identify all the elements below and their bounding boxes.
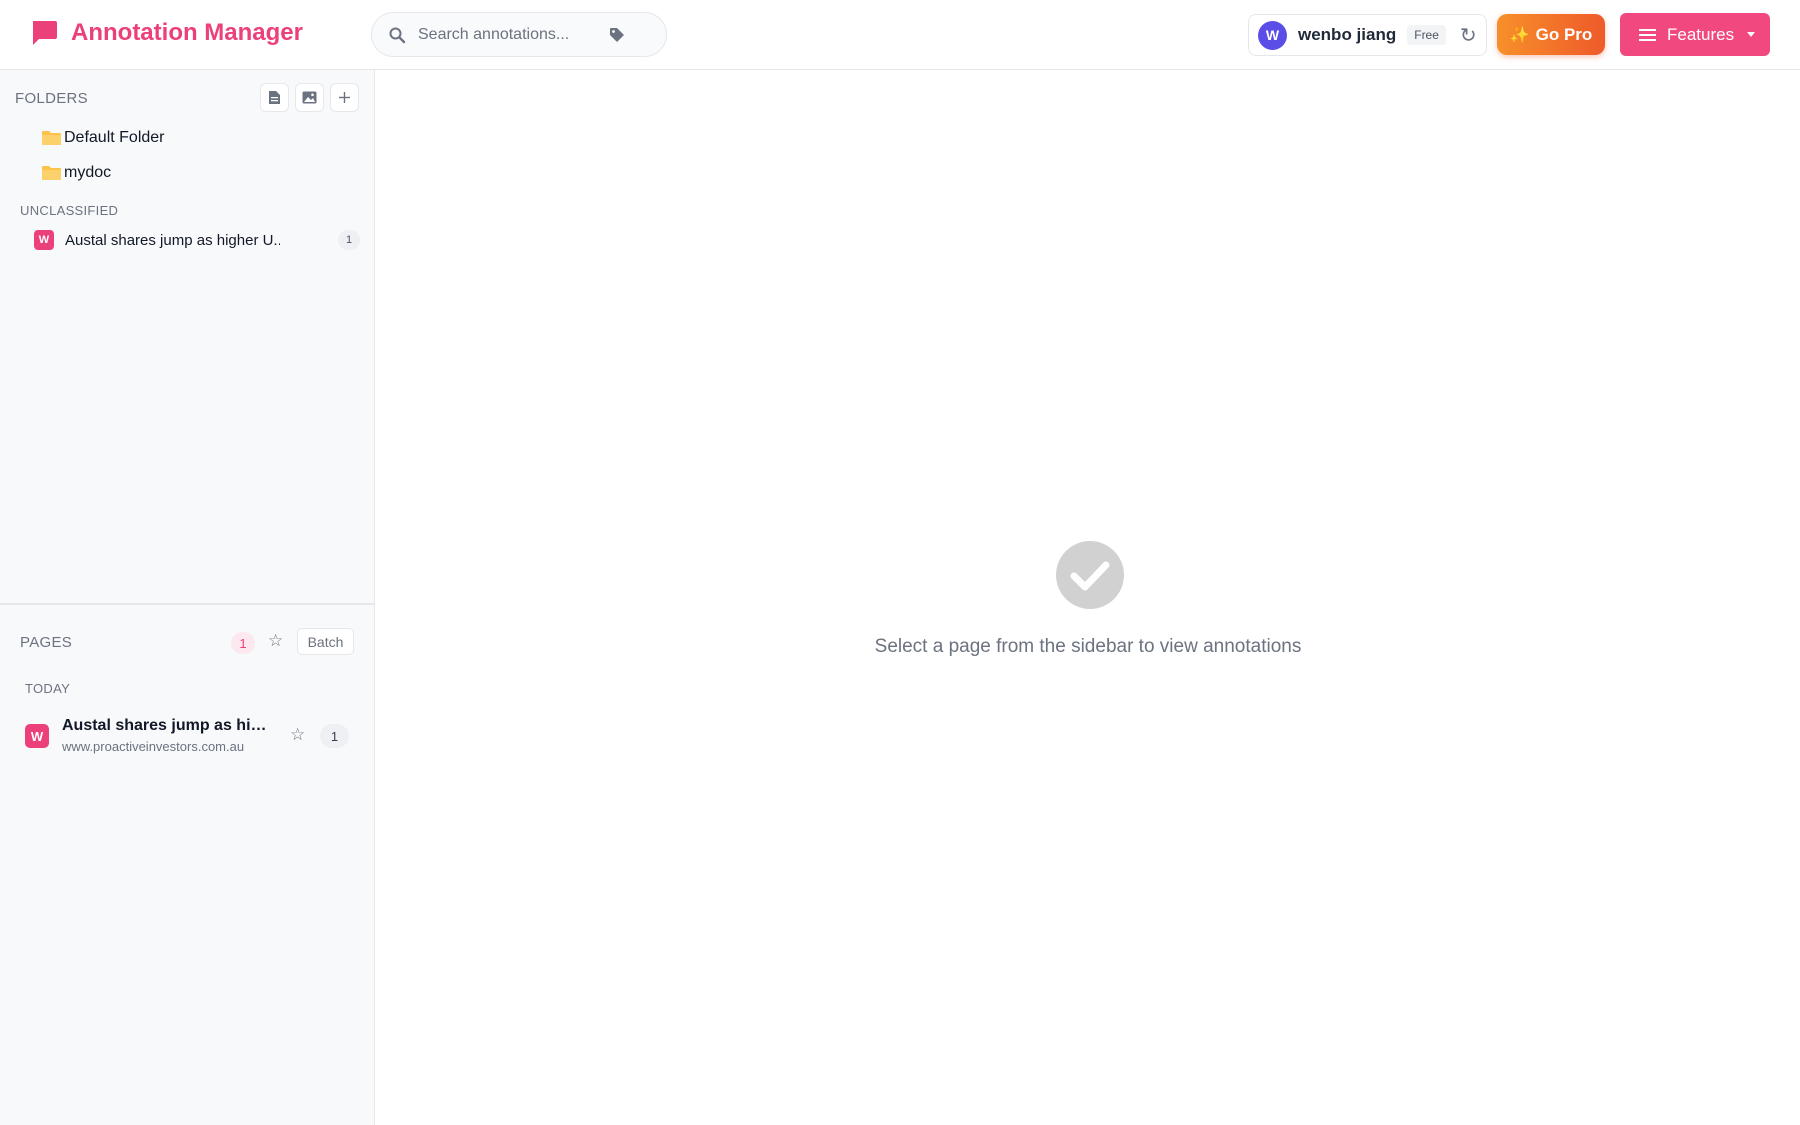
avatar: W [1258,20,1287,50]
empty-state-message: Select a page from the sidebar to view a… [874,636,1302,657]
app-logo[interactable]: Annotation Manager [30,19,303,47]
search-icon [389,27,406,43]
hamburger-menu-icon [1639,28,1656,41]
chevron-down-icon [1747,32,1756,37]
main-content: Select a page from the sidebar to view a… [376,70,1800,1125]
folder-icon [42,131,61,145]
add-folder-button[interactable] [330,83,359,112]
top-header: Annotation Manager Search annotations...… [0,0,1800,70]
check-circle-icon [1056,541,1124,609]
sparkles-icon: ✨ [1509,26,1530,44]
tag-icon[interactable] [608,26,626,44]
sidebar-divider[interactable] [0,603,375,605]
go-pro-button[interactable]: ✨ Go Pro [1497,14,1605,55]
unclassified-item-title: Austal shares jump as higher U... [65,231,280,249]
search-input[interactable]: Search annotations... [418,26,608,44]
features-label: Features [1667,24,1735,44]
document-icon [269,91,280,104]
page-title: Austal shares jump as higher US Navy... [62,717,274,734]
site-favicon: W [34,230,54,250]
search-box[interactable]: Search annotations... [371,12,667,57]
today-heading: TODAY [25,681,71,696]
speech-bubble-icon [33,21,57,45]
pages-heading: PAGES [20,634,73,651]
batch-button[interactable]: Batch [297,628,354,655]
sidebar: FOLDERS Default Folder mydoc UNCLASSIFIE… [0,70,375,1125]
folder-item-default[interactable]: Default Folder [42,129,165,147]
plan-badge: Free [1407,25,1446,45]
new-document-button[interactable] [260,83,289,112]
image-icon [302,91,317,104]
new-image-button[interactable] [295,83,324,112]
page-list-item[interactable]: W Austal shares jump as higher US Navy..… [25,717,355,757]
app-title: Annotation Manager [71,19,303,46]
folder-name: Default Folder [64,129,165,146]
go-pro-label: Go Pro [1535,24,1593,44]
pages-count-badge: 1 [231,632,255,654]
annotation-count-badge: 1 [320,724,349,748]
folder-item-mydoc[interactable]: mydoc [42,164,111,182]
folders-heading: FOLDERS [15,90,88,107]
star-outline-icon[interactable]: ☆ [290,725,305,745]
page-url: www.proactiveinvestors.com.au [62,739,245,754]
unclassified-heading: UNCLASSIFIED [20,203,119,218]
unclassified-item[interactable]: W Austal shares jump as higher U... 1 [34,230,360,250]
refresh-icon[interactable]: ↻ [1460,23,1477,48]
user-name: wenbo jiang [1298,25,1397,44]
site-favicon: W [25,724,49,748]
annotation-count-badge: 1 [338,230,360,250]
folder-icon [42,166,61,180]
user-account[interactable]: W wenbo jiang Free ↻ [1248,14,1487,56]
folder-name: mydoc [64,164,112,181]
plus-icon [339,92,350,103]
star-filter-icon[interactable]: ☆ [268,631,283,651]
features-dropdown-button[interactable]: Features [1620,13,1770,56]
